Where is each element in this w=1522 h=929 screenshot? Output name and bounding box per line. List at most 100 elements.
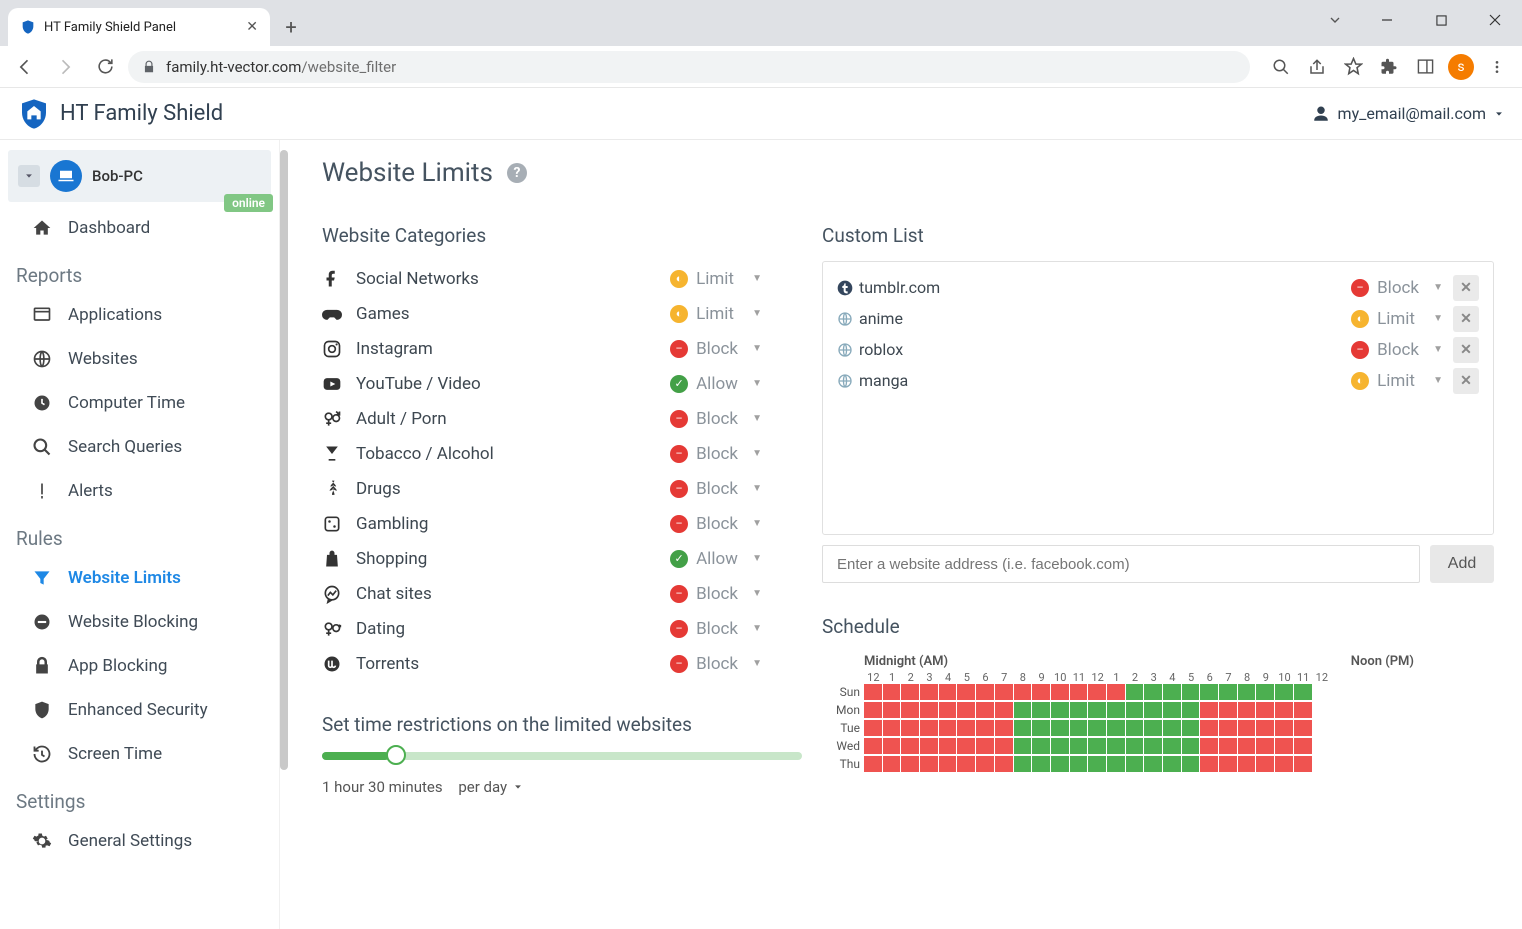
- schedule-cell[interactable]: [1163, 720, 1181, 736]
- rule-selector[interactable]: –Block▼: [670, 409, 762, 429]
- rule-selector[interactable]: –Block▼: [1351, 278, 1443, 298]
- schedule-cell[interactable]: [1256, 738, 1274, 754]
- schedule-cell[interactable]: [864, 702, 882, 718]
- share-icon[interactable]: [1300, 50, 1334, 84]
- schedule-cell[interactable]: [1051, 756, 1069, 772]
- menu-icon[interactable]: [1480, 50, 1514, 84]
- schedule-cell[interactable]: [1032, 702, 1050, 718]
- schedule-cell[interactable]: [1144, 702, 1162, 718]
- sidebar-item-app-blocking[interactable]: App Blocking: [8, 644, 271, 688]
- device-selector[interactable]: Bob-PC online: [8, 150, 271, 202]
- schedule-cell[interactable]: [1070, 702, 1088, 718]
- sidebar-item-applications[interactable]: Applications: [8, 293, 271, 337]
- schedule-cell[interactable]: [1256, 702, 1274, 718]
- schedule-cell[interactable]: [1032, 720, 1050, 736]
- schedule-cell[interactable]: [1126, 738, 1144, 754]
- schedule-cell[interactable]: [1200, 702, 1218, 718]
- rule-selector[interactable]: ◐Limit▼: [670, 304, 762, 324]
- device-dropdown-button[interactable]: [18, 165, 40, 187]
- schedule-cell[interactable]: [1126, 720, 1144, 736]
- schedule-cell[interactable]: [1163, 738, 1181, 754]
- schedule-cell[interactable]: [1014, 756, 1032, 772]
- slider-thumb[interactable]: [386, 745, 406, 765]
- schedule-cell[interactable]: [1107, 756, 1125, 772]
- schedule-cell[interactable]: [1219, 684, 1237, 700]
- schedule-cell[interactable]: [1163, 684, 1181, 700]
- schedule-cell[interactable]: [1144, 738, 1162, 754]
- schedule-cell[interactable]: [901, 756, 919, 772]
- sidepanel-icon[interactable]: [1408, 50, 1442, 84]
- schedule-grid[interactable]: Midnight (AM) Noon (PM) 1212345678910111…: [822, 654, 1494, 773]
- extensions-icon[interactable]: [1372, 50, 1406, 84]
- schedule-cell[interactable]: [1294, 738, 1312, 754]
- user-menu[interactable]: my_email@mail.com: [1312, 104, 1504, 123]
- remove-button[interactable]: ✕: [1453, 337, 1479, 363]
- schedule-cell[interactable]: [1294, 684, 1312, 700]
- schedule-cell[interactable]: [1107, 684, 1125, 700]
- schedule-cell[interactable]: [1070, 720, 1088, 736]
- schedule-cell[interactable]: [1014, 684, 1032, 700]
- schedule-cell[interactable]: [1275, 756, 1293, 772]
- schedule-cell[interactable]: [1219, 702, 1237, 718]
- remove-button[interactable]: ✕: [1453, 275, 1479, 301]
- schedule-cell[interactable]: [976, 756, 994, 772]
- schedule-cell[interactable]: [1200, 720, 1218, 736]
- schedule-cell[interactable]: [1256, 684, 1274, 700]
- add-website-input[interactable]: [822, 545, 1420, 583]
- schedule-cell[interactable]: [1182, 720, 1200, 736]
- schedule-cell[interactable]: [883, 738, 901, 754]
- schedule-cell[interactable]: [1107, 702, 1125, 718]
- sidebar-item-screen-time[interactable]: Screen Time: [8, 732, 271, 776]
- schedule-cell[interactable]: [1294, 702, 1312, 718]
- new-tab-button[interactable]: +: [276, 12, 306, 42]
- schedule-cell[interactable]: [957, 702, 975, 718]
- scrollbar-thumb[interactable]: [280, 150, 288, 770]
- schedule-cell[interactable]: [1051, 738, 1069, 754]
- tabs-dropdown-button[interactable]: [1310, 0, 1360, 40]
- sidebar-item-website-limits[interactable]: Website Limits: [8, 556, 271, 600]
- schedule-cell[interactable]: [1144, 720, 1162, 736]
- schedule-cell[interactable]: [1144, 684, 1162, 700]
- schedule-cell[interactable]: [1275, 702, 1293, 718]
- schedule-cell[interactable]: [1163, 702, 1181, 718]
- schedule-cell[interactable]: [1014, 720, 1032, 736]
- schedule-cell[interactable]: [939, 702, 957, 718]
- sidebar-item-alerts[interactable]: Alerts: [8, 469, 271, 513]
- rule-selector[interactable]: –Block▼: [670, 619, 762, 639]
- schedule-cell[interactable]: [864, 738, 882, 754]
- rule-selector[interactable]: ◐Limit▼: [670, 269, 762, 289]
- sidebar-item-dashboard[interactable]: Dashboard: [8, 206, 271, 250]
- schedule-cell[interactable]: [1294, 720, 1312, 736]
- schedule-cell[interactable]: [1275, 738, 1293, 754]
- schedule-cell[interactable]: [883, 720, 901, 736]
- rule-selector[interactable]: ◐Limit▼: [1351, 309, 1443, 329]
- schedule-cell[interactable]: [883, 684, 901, 700]
- schedule-cell[interactable]: [957, 738, 975, 754]
- schedule-cell[interactable]: [1200, 756, 1218, 772]
- schedule-cell[interactable]: [1088, 738, 1106, 754]
- profile-button[interactable]: s: [1444, 50, 1478, 84]
- remove-button[interactable]: ✕: [1453, 306, 1479, 332]
- time-value-dropdown[interactable]: 1 hour 30 minutes per day: [322, 778, 762, 796]
- schedule-cell[interactable]: [883, 756, 901, 772]
- schedule-cell[interactable]: [864, 756, 882, 772]
- schedule-cell[interactable]: [1126, 756, 1144, 772]
- schedule-cell[interactable]: [920, 684, 938, 700]
- schedule-cell[interactable]: [1200, 738, 1218, 754]
- schedule-cell[interactable]: [1051, 720, 1069, 736]
- schedule-cell[interactable]: [1014, 702, 1032, 718]
- close-window-button[interactable]: [1468, 0, 1522, 40]
- schedule-cell[interactable]: [901, 684, 919, 700]
- schedule-cell[interactable]: [1275, 720, 1293, 736]
- schedule-cell[interactable]: [1182, 756, 1200, 772]
- schedule-cell[interactable]: [901, 702, 919, 718]
- schedule-cell[interactable]: [1238, 720, 1256, 736]
- schedule-cell[interactable]: [1219, 756, 1237, 772]
- sidebar-item-website-blocking[interactable]: Website Blocking: [8, 600, 271, 644]
- schedule-cell[interactable]: [1126, 684, 1144, 700]
- schedule-cell[interactable]: [1238, 738, 1256, 754]
- sidebar-item-computer-time[interactable]: Computer Time: [8, 381, 271, 425]
- schedule-cell[interactable]: [995, 756, 1013, 772]
- schedule-cell[interactable]: [1219, 720, 1237, 736]
- schedule-cell[interactable]: [1182, 702, 1200, 718]
